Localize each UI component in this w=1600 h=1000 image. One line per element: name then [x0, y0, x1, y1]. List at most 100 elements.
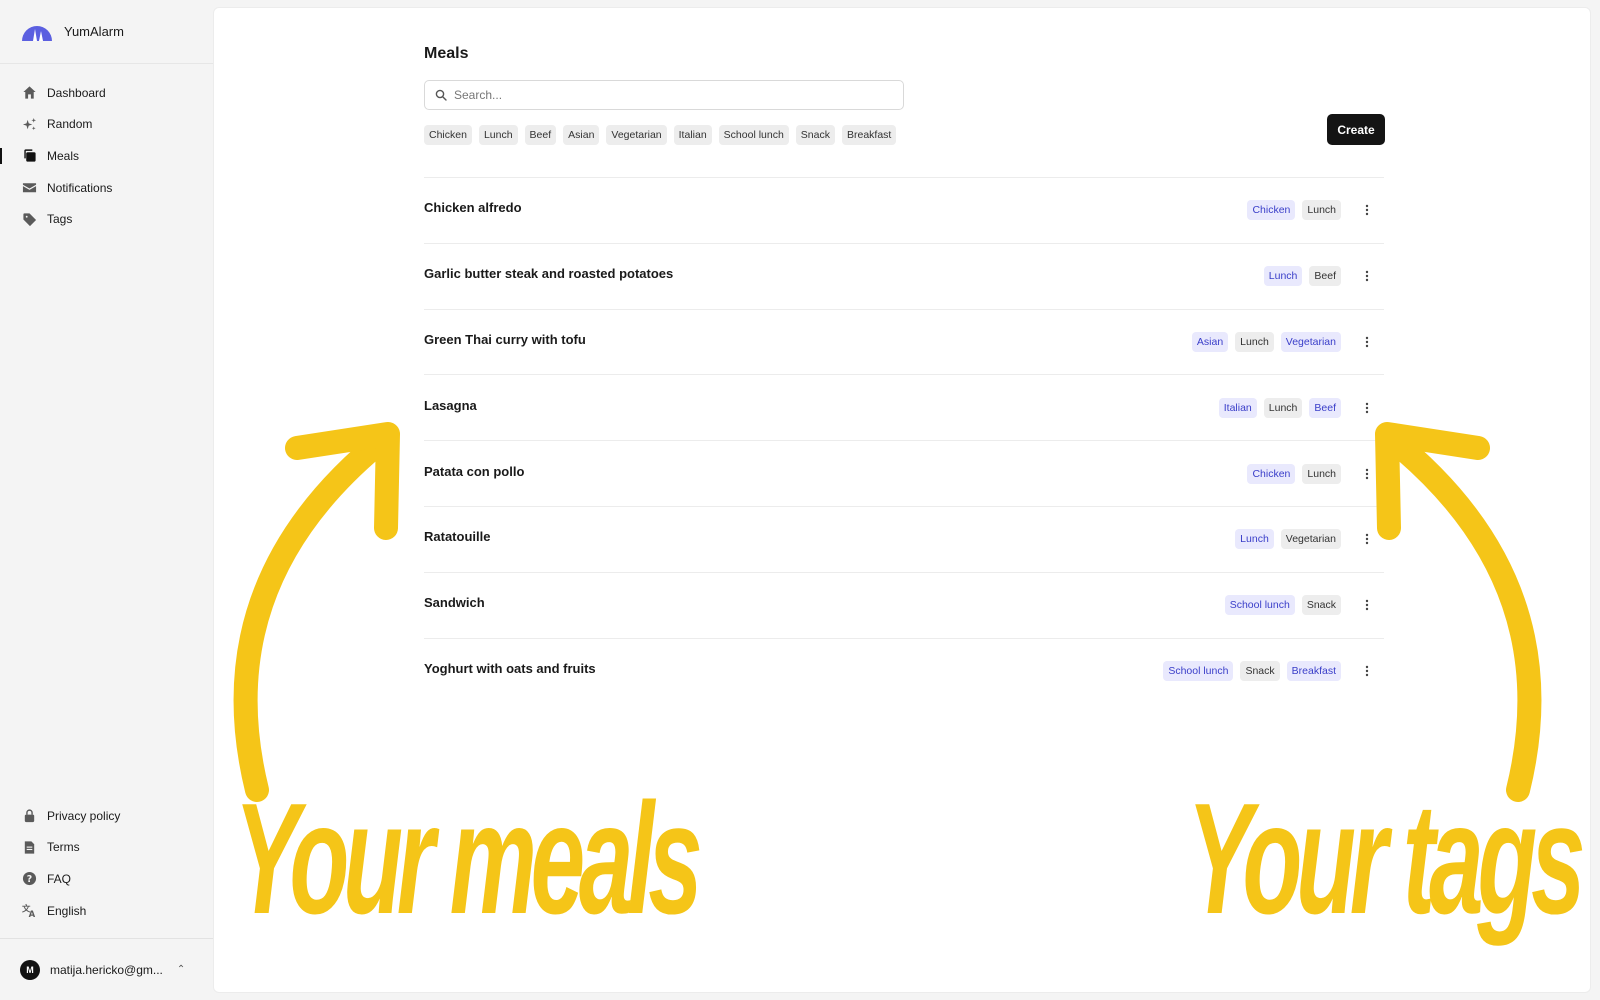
sidebar-item-label: English [47, 903, 87, 918]
sidebar-item-tags[interactable]: Tags [0, 203, 213, 235]
meal-tag: Chicken [1247, 463, 1296, 484]
list-item[interactable]: Yoghurt with oats and fruits School lunc… [424, 639, 1384, 705]
translate-icon: 文A [21, 903, 37, 919]
home-icon [21, 85, 37, 101]
meal-tag: School lunch [1224, 595, 1295, 616]
filter-tag-asian[interactable]: Asian [563, 125, 600, 145]
sidebar-item-label: Terms [47, 840, 80, 855]
meal-tag: Beef [1309, 397, 1341, 418]
meal-tag: Lunch [1263, 266, 1303, 287]
meal-tag: Lunch [1235, 529, 1274, 550]
search-input[interactable] [454, 88, 874, 102]
sidebar-footer-nav: Privacy policy Terms ? FAQ 文A English [0, 800, 213, 926]
sidebar-item-label: Privacy policy [47, 808, 121, 823]
meal-tag: Lunch [1263, 397, 1303, 418]
sidebar-item-dashboard[interactable]: Dashboard [0, 77, 213, 109]
meal-tags: School lunch Snack [1224, 595, 1341, 616]
sidebar-item-label: Dashboard [47, 85, 106, 100]
list-item[interactable]: Garlic butter steak and roasted potatoes… [424, 244, 1384, 310]
meal-tag: Breakfast [1286, 661, 1341, 682]
sparkles-icon [21, 116, 37, 132]
meal-tags: Chicken Lunch [1247, 463, 1341, 484]
user-email: matija.hericko@gm... [50, 962, 163, 977]
meal-tag: Beef [1309, 266, 1341, 287]
filter-tag-lunch[interactable]: Lunch [478, 125, 518, 145]
page-title: Meals [424, 45, 469, 62]
search-box[interactable] [424, 80, 904, 110]
more-vertical-icon[interactable] [1360, 398, 1374, 418]
mail-icon [21, 180, 37, 196]
create-button[interactable]: Create [1327, 114, 1385, 145]
meal-tag: Vegetarian [1280, 529, 1341, 550]
meal-tags: Lunch Beef [1263, 266, 1341, 287]
brand-logo-icon [22, 25, 52, 41]
filter-tag-snack[interactable]: Snack [795, 125, 835, 145]
sidebar-item-label: Tags [47, 212, 73, 227]
sidebar-item-meals[interactable]: Meals [0, 140, 213, 172]
meal-name: Chicken alfredo [424, 200, 522, 216]
svg-text:?: ? [26, 874, 31, 885]
filter-tag-beef[interactable]: Beef [524, 125, 557, 145]
list-item[interactable]: Green Thai curry with tofu Asian Lunch V… [424, 310, 1384, 376]
filter-tag-vegetarian[interactable]: Vegetarian [606, 125, 667, 145]
meal-name: Lasagna [424, 397, 477, 413]
sidebar-nav: Dashboard Random Meals Notifications Tag… [0, 64, 213, 235]
lock-icon [21, 808, 37, 824]
meal-tag: Snack [1301, 595, 1341, 616]
filter-tag-italian[interactable]: Italian [673, 125, 712, 145]
sidebar-item-faq[interactable]: ? FAQ [0, 863, 213, 895]
sidebar-item-label: Random [47, 117, 93, 132]
sidebar-item-label: Notifications [47, 180, 113, 195]
sidebar-item-terms[interactable]: Terms [0, 832, 213, 864]
meal-tag: School lunch [1163, 661, 1234, 682]
meal-name: Patata con pollo [424, 463, 525, 479]
meal-tag: Lunch [1302, 200, 1341, 221]
meal-tag: Chicken [1247, 200, 1296, 221]
meal-name: Yoghurt with oats and fruits [424, 661, 596, 677]
more-vertical-icon[interactable] [1360, 661, 1374, 681]
sidebar: YumAlarm Dashboard Random Meals Notifica… [0, 0, 213, 1000]
meal-tag: Lunch [1235, 331, 1274, 352]
main-panel: Meals Chicken Lunch Beef Asian Vegetaria… [213, 7, 1591, 993]
more-vertical-icon[interactable] [1360, 529, 1374, 549]
sidebar-item-label: FAQ [47, 871, 72, 886]
meal-tags: Lunch Vegetarian [1235, 529, 1341, 550]
search-icon [435, 89, 447, 101]
copy-icon [21, 148, 37, 164]
meal-tags: Italian Lunch Beef [1218, 397, 1341, 418]
more-vertical-icon[interactable] [1360, 266, 1374, 286]
filter-tag-breakfast[interactable]: Breakfast [841, 125, 897, 145]
filter-tag-school-lunch[interactable]: School lunch [718, 125, 789, 145]
meal-name: Green Thai curry with tofu [424, 331, 586, 347]
meal-name: Ratatouille [424, 529, 491, 545]
sidebar-item-language[interactable]: 文A English [0, 895, 213, 927]
brand[interactable]: YumAlarm [0, 0, 213, 64]
meal-tags: Asian Lunch Vegetarian [1191, 331, 1341, 352]
meal-name: Sandwich [424, 595, 485, 611]
chevron-up-icon: ⌃ [176, 964, 186, 975]
meal-tags: School lunch Snack Breakfast [1163, 661, 1341, 682]
list-item[interactable]: Chicken alfredo Chicken Lunch [424, 178, 1384, 244]
meal-tag: Asian [1191, 331, 1229, 352]
list-item[interactable]: Ratatouille Lunch Vegetarian [424, 507, 1384, 573]
filter-tag-chicken[interactable]: Chicken [424, 125, 472, 145]
filter-tags: Chicken Lunch Beef Asian Vegetarian Ital… [424, 125, 897, 145]
sidebar-item-privacy-policy[interactable]: Privacy policy [0, 800, 213, 832]
sidebar-item-label: Meals [47, 148, 80, 163]
list-item[interactable]: Lasagna Italian Lunch Beef [424, 375, 1384, 442]
sidebar-item-random[interactable]: Random [0, 109, 213, 141]
user-menu[interactable]: M matija.hericko@gm... ⌃ [0, 938, 213, 1000]
meal-tag: Lunch [1302, 463, 1341, 484]
meal-tag: Snack [1240, 661, 1280, 682]
more-vertical-icon[interactable] [1360, 332, 1374, 352]
list-item[interactable]: Patata con pollo Chicken Lunch [424, 441, 1384, 507]
more-vertical-icon[interactable] [1360, 595, 1374, 615]
tag-icon [21, 211, 37, 227]
meal-tag: Italian [1218, 397, 1257, 418]
sidebar-item-notifications[interactable]: Notifications [0, 172, 213, 204]
more-vertical-icon[interactable] [1360, 464, 1374, 484]
meal-tag: Vegetarian [1280, 331, 1341, 352]
more-vertical-icon[interactable] [1360, 200, 1374, 220]
document-icon [21, 839, 37, 855]
list-item[interactable]: Sandwich School lunch Snack [424, 573, 1384, 639]
